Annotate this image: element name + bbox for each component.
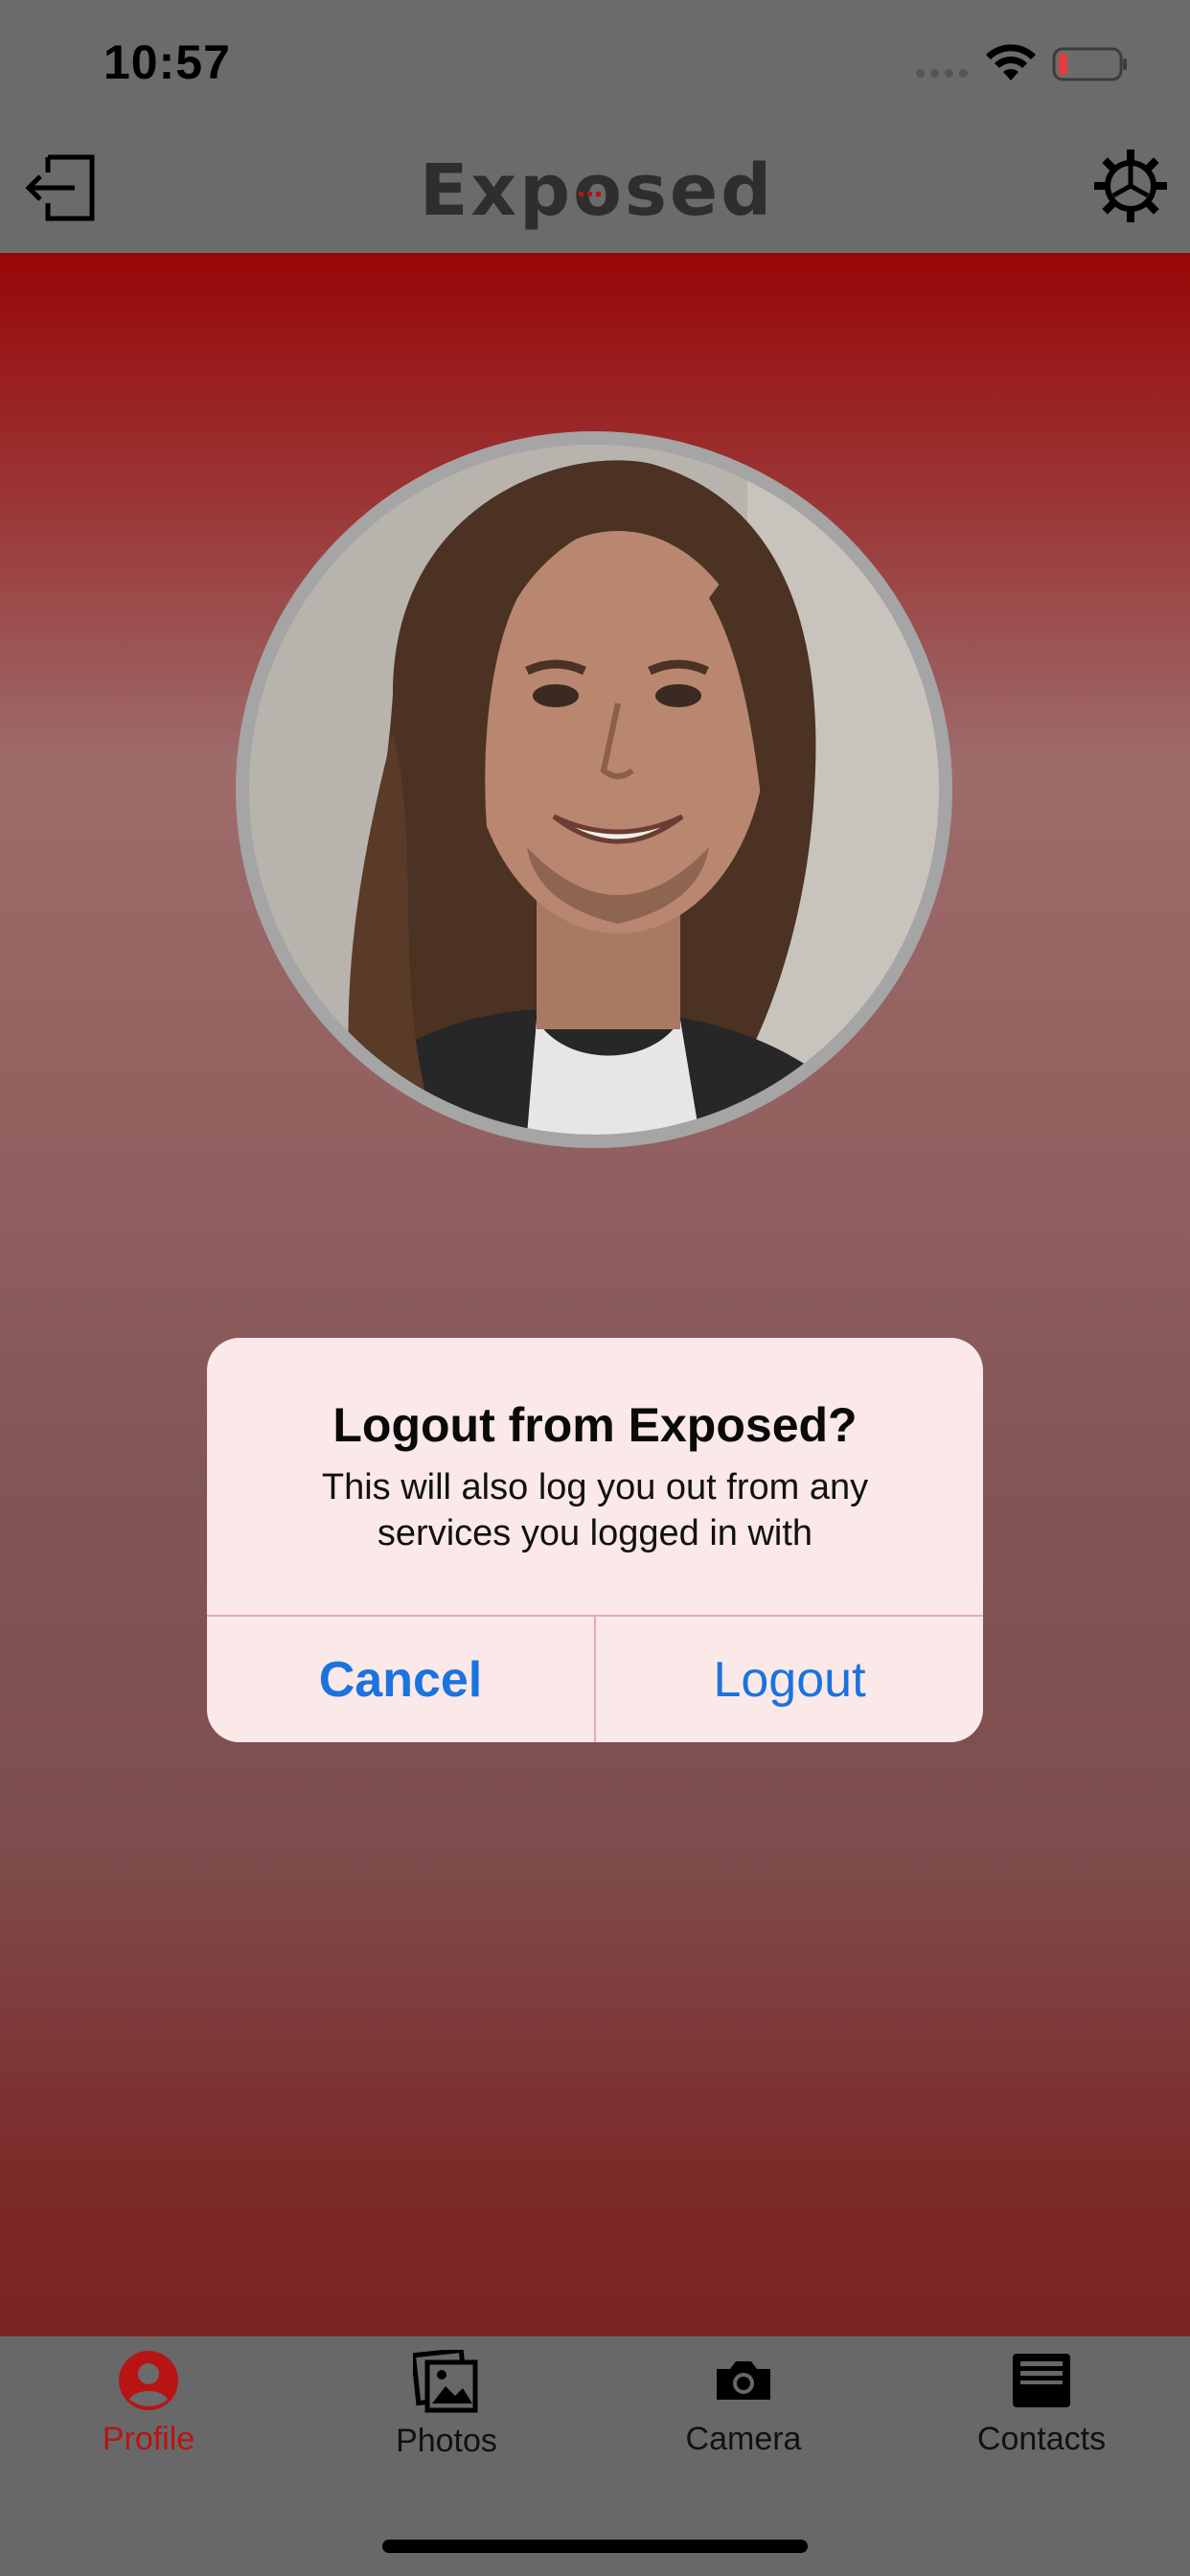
brand-logo-text: Exposed — [420, 150, 774, 232]
tab-camera-label: Camera — [685, 2421, 802, 2457]
logout-confirm-button[interactable]: Logout — [596, 1617, 983, 1742]
tab-photos-label: Photos — [396, 2423, 497, 2459]
alert-message: This will also log you out from any serv… — [321, 1467, 869, 1553]
home-indicator — [382, 2540, 808, 2553]
profile-content: Logout from Exposed? This will also log … — [0, 253, 1190, 2336]
photos-icon — [413, 2350, 478, 2413]
tab-profile-label: Profile — [102, 2421, 195, 2457]
tab-contacts[interactable]: Contacts — [936, 2350, 1147, 2513]
cancel-button[interactable]: Cancel — [207, 1617, 594, 1742]
battery-icon — [1052, 47, 1127, 81]
tab-photos[interactable]: Photos — [341, 2350, 552, 2513]
person-circle-icon — [119, 2351, 178, 2410]
camera-icon — [717, 2361, 770, 2400]
tab-contacts-label: Contacts — [976, 2421, 1107, 2457]
settings-gear-icon[interactable] — [1092, 148, 1169, 224]
profile-avatar[interactable] — [236, 431, 952, 1148]
app-header: Exposed — [0, 125, 1190, 253]
brand-logo: Exposed — [420, 150, 774, 232]
alert-title: Logout from Exposed? — [332, 1398, 858, 1452]
tab-profile[interactable]: Profile — [43, 2350, 254, 2513]
wifi-icon — [986, 44, 1036, 80]
profile-photo — [249, 445, 939, 1135]
logout-icon[interactable] — [21, 148, 100, 226]
tab-camera[interactable]: Camera — [638, 2350, 849, 2513]
status-bar: 10:57 — [0, 0, 1190, 125]
contacts-tray-icon — [1013, 2354, 1070, 2407]
status-time: 10:57 — [103, 35, 231, 89]
cellular-signal-icon — [916, 69, 968, 78]
logout-alert-dialog: Logout from Exposed? This will also log … — [207, 1338, 983, 1742]
